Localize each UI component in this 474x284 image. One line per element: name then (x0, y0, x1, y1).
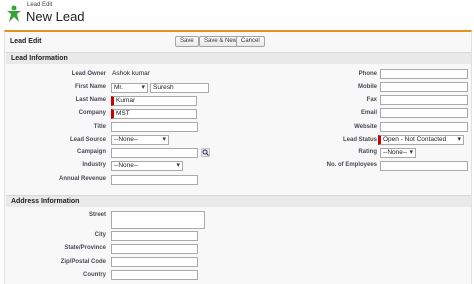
phone-input[interactable] (380, 69, 468, 79)
annual-revenue-label: Annual Revenue (58, 176, 106, 182)
email-input[interactable] (380, 108, 468, 118)
country-label: Country (83, 272, 106, 278)
breadcrumb: Lead Edit (27, 2, 53, 8)
campaign-label: Campaign (76, 149, 106, 155)
page-title: New Lead (26, 9, 85, 24)
rating-select[interactable]: --None-- (380, 148, 416, 158)
lead-status-label: Lead Status (342, 137, 377, 143)
lookup-icon[interactable] (201, 148, 210, 157)
lead-source-select[interactable]: --None-- (111, 135, 169, 145)
lead-edit-panel: Lead Edit Save Save & New Cancel Lead In… (4, 30, 472, 284)
company-label: Company (78, 110, 106, 116)
state-input[interactable] (111, 244, 198, 254)
lead-owner-value: Ashok kumar (112, 70, 150, 77)
cancel-button[interactable]: Cancel (236, 36, 265, 47)
street-textarea[interactable] (111, 211, 205, 229)
annual-revenue-input[interactable] (111, 175, 198, 185)
lead-information-section: Lead Information (6, 52, 471, 64)
fax-input[interactable] (380, 95, 468, 105)
first-name-input[interactable]: Suresh (150, 83, 209, 93)
lead-owner-label: Lead Owner (71, 71, 106, 77)
website-label: Website (354, 124, 377, 130)
zip-label: Zip/Postal Code (60, 259, 106, 265)
phone-label: Phone (358, 71, 377, 77)
lead-logo-icon (7, 5, 21, 22)
email-label: Email (360, 110, 377, 116)
lead-source-label: Lead Source (69, 137, 106, 143)
company-input[interactable]: MST (111, 109, 197, 119)
address-information-section: Address Information (6, 195, 471, 207)
page-header: Lead Edit New Lead (0, 0, 474, 28)
mobile-input[interactable] (380, 82, 468, 92)
last-name-input[interactable]: Kumar (111, 96, 197, 106)
street-label: Street (88, 212, 106, 218)
zip-input[interactable] (111, 257, 198, 267)
website-input[interactable] (380, 122, 468, 132)
state-label: State/Province (64, 245, 106, 251)
title-label: Title (93, 124, 106, 130)
section-title: Address Information (11, 198, 80, 205)
last-name-label: Last Name (75, 97, 106, 103)
campaign-input[interactable] (111, 148, 198, 158)
mobile-label: Mobile (358, 84, 377, 90)
fax-label: Fax (366, 97, 377, 103)
industry-select[interactable]: --None-- (111, 161, 183, 171)
panel-title: Lead Edit (10, 38, 42, 45)
city-input[interactable] (111, 231, 198, 241)
country-input[interactable] (111, 270, 198, 280)
first-name-label: First Name (74, 84, 106, 90)
section-title: Lead Information (11, 55, 68, 62)
salutation-select[interactable]: Mr. (111, 83, 148, 93)
industry-label: Industry (82, 162, 106, 168)
title-input[interactable] (111, 122, 198, 132)
save-button[interactable]: Save (175, 36, 199, 47)
employees-label: No. of Employees (326, 162, 377, 168)
rating-label: Rating (358, 149, 377, 155)
employees-input[interactable] (380, 161, 468, 171)
lead-status-select[interactable]: Open - Not Contacted (378, 135, 464, 145)
city-label: City (94, 232, 106, 238)
